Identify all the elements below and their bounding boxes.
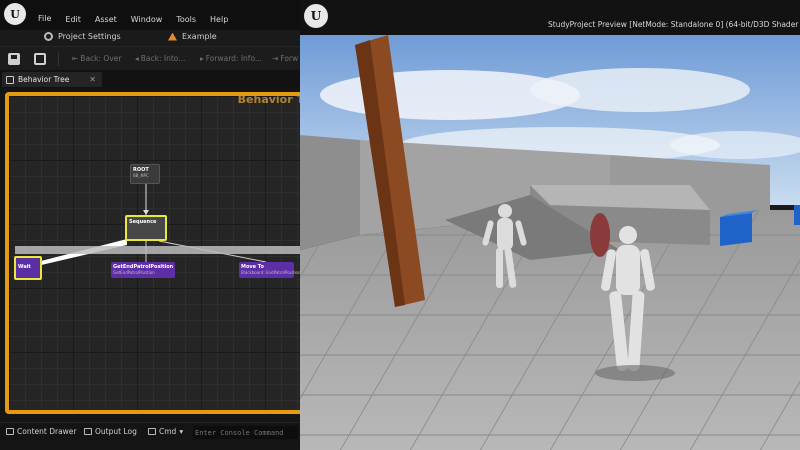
status-bar: Content Drawer Output Log Cmd ▾ xyxy=(0,422,300,442)
back-over-label: Back: Over xyxy=(80,54,122,63)
preview-window-title: StudyProject Preview [NetMode: Standalon… xyxy=(548,20,800,29)
menu-bar: File Edit Asset Window Tools Help xyxy=(38,14,242,25)
tab-project-settings[interactable]: Project Settings xyxy=(44,32,121,41)
node-root-sub: BB_NPC xyxy=(133,173,149,178)
output-log-button[interactable]: Output Log xyxy=(84,427,137,436)
node-getend-sub: GetEndPatrolPosition xyxy=(113,270,155,275)
step-back-icon: ⇤ xyxy=(72,54,79,63)
node-moveto-title: Move To xyxy=(241,264,264,270)
tab-example[interactable]: Example xyxy=(168,32,217,41)
node-root[interactable]: ROOT BB_NPC xyxy=(130,164,160,184)
console-icon xyxy=(148,428,156,435)
menu-tools[interactable]: Tools xyxy=(176,15,196,25)
output-log-label: Output Log xyxy=(95,427,137,436)
npc-far xyxy=(590,213,610,257)
node-root-title: ROOT xyxy=(133,167,149,173)
cmd-dropdown[interactable]: Cmd ▾ xyxy=(148,427,183,436)
blue-cube-edge xyxy=(794,205,800,225)
node-wait-title: Wait xyxy=(18,264,31,270)
editor-tab-row: Project Settings Example xyxy=(0,30,300,74)
node-sequence[interactable]: Sequence xyxy=(125,215,167,241)
game-viewport[interactable] xyxy=(300,35,800,450)
behavior-tree-graph[interactable]: Behavior T ROOT BB_NPC Sequence Wait Get… xyxy=(5,92,300,414)
tab-project-settings-label: Project Settings xyxy=(58,32,121,41)
wall-left xyxy=(300,135,360,250)
behavior-tree-icon xyxy=(6,75,14,84)
node-moveto-sub: Blackboard: EndPatrolPosition xyxy=(241,270,300,275)
content-drawer-label: Content Drawer xyxy=(17,427,77,436)
player-shadow xyxy=(595,365,675,381)
close-icon[interactable]: ✕ xyxy=(89,75,96,84)
toolbar-divider xyxy=(58,52,59,66)
node-getend-title: GetEndPatrolPosition xyxy=(113,264,174,270)
step-forward-icon: ⇥ xyxy=(272,54,279,63)
unreal-logo-icon: U xyxy=(304,4,328,28)
console-command-input[interactable] xyxy=(193,426,298,439)
menu-window[interactable]: Window xyxy=(131,15,163,25)
save-icon[interactable] xyxy=(8,53,20,65)
preview-titlebar: U StudyProject Preview [NetMode: Standal… xyxy=(300,0,800,35)
editor-titlebar: U File Edit Asset Window Tools Help xyxy=(0,0,300,30)
step-back-into-icon: ◂ xyxy=(135,54,139,63)
unreal-logo-icon[interactable]: U xyxy=(4,3,26,25)
game-preview-window: U StudyProject Preview [NetMode: Standal… xyxy=(300,0,800,450)
node-sequence-title: Sequence xyxy=(129,219,157,225)
behavior-tree-editor-window: U File Edit Asset Window Tools Help Proj… xyxy=(0,0,300,450)
back-into-label: Back: Into... xyxy=(140,54,186,63)
tab-behavior-tree-label: Behavior Tree xyxy=(18,75,70,84)
tab-behavior-tree[interactable]: Behavior Tree ✕ xyxy=(2,72,102,87)
step-forward-into-icon: ▸ xyxy=(200,54,204,63)
blue-cube xyxy=(720,213,752,246)
level-icon xyxy=(168,32,177,41)
forward-into-button[interactable]: ▸ Forward: Info... xyxy=(200,54,262,63)
chevron-down-icon: ▾ xyxy=(179,427,184,436)
content-drawer-button[interactable]: Content Drawer xyxy=(6,427,77,436)
back-into-button[interactable]: ◂ Back: Into... xyxy=(135,54,185,63)
node-wait[interactable]: Wait xyxy=(14,256,42,280)
document-tab-row: Behavior Tree ✕ xyxy=(0,70,300,88)
node-get-end-patrol-position[interactable]: GetEndPatrolPosition GetEndPatrolPositio… xyxy=(111,262,175,278)
child-pin-bar xyxy=(15,246,300,254)
output-log-icon xyxy=(84,428,92,435)
graph-connections xyxy=(37,184,267,266)
forward-over-button[interactable]: ⇥ Forw xyxy=(272,54,298,63)
node-move-to[interactable]: Move To Blackboard: EndPatrolPosition xyxy=(239,262,300,278)
tab-example-label: Example xyxy=(182,32,217,41)
browse-icon[interactable] xyxy=(34,53,46,65)
gear-icon xyxy=(44,32,53,41)
forward-over-label: Forw xyxy=(280,54,299,63)
cloud xyxy=(530,68,750,112)
menu-help[interactable]: Help xyxy=(210,15,228,25)
menu-asset[interactable]: Asset xyxy=(95,15,117,25)
game-scene xyxy=(300,35,800,450)
forward-into-label: Forward: Info... xyxy=(205,54,263,63)
menu-file[interactable]: File xyxy=(38,14,51,25)
graph-toolbar: ⇤ Back: Over ◂ Back: Into... ▸ Forward: Inf… xyxy=(0,46,300,70)
back-over-button[interactable]: ⇤ Back: Over xyxy=(72,54,121,63)
cmd-label: Cmd xyxy=(159,427,177,436)
menu-edit[interactable]: Edit xyxy=(65,15,81,25)
content-drawer-icon xyxy=(6,428,14,435)
